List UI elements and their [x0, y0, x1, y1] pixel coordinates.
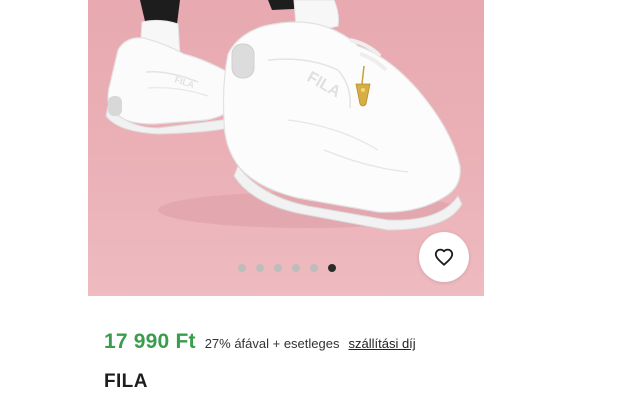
heart-outline-icon — [434, 248, 454, 266]
shipping-fee-link[interactable]: szállítási díj — [348, 336, 415, 351]
product-price: 17 990 Ft — [104, 330, 196, 353]
carousel-dot-2[interactable] — [256, 264, 264, 272]
product-page: FILA FILA 17 990 Ft 27% áfával + esetleg… — [0, 0, 620, 404]
carousel-dot-1[interactable] — [238, 264, 246, 272]
carousel-dots — [238, 264, 336, 272]
price-row: 17 990 Ft 27% áfával + esetleges szállít… — [104, 330, 416, 354]
carousel-dot-5[interactable] — [310, 264, 318, 272]
carousel-dot-4[interactable] — [292, 264, 300, 272]
carousel-dot-6-active[interactable] — [328, 264, 336, 272]
carousel-dot-3[interactable] — [274, 264, 282, 272]
product-gallery[interactable]: FILA FILA — [88, 0, 484, 296]
product-brand[interactable]: FILA — [104, 371, 148, 393]
wishlist-button[interactable] — [419, 232, 469, 282]
vat-note: 27% áfával + esetleges — [204, 336, 340, 351]
